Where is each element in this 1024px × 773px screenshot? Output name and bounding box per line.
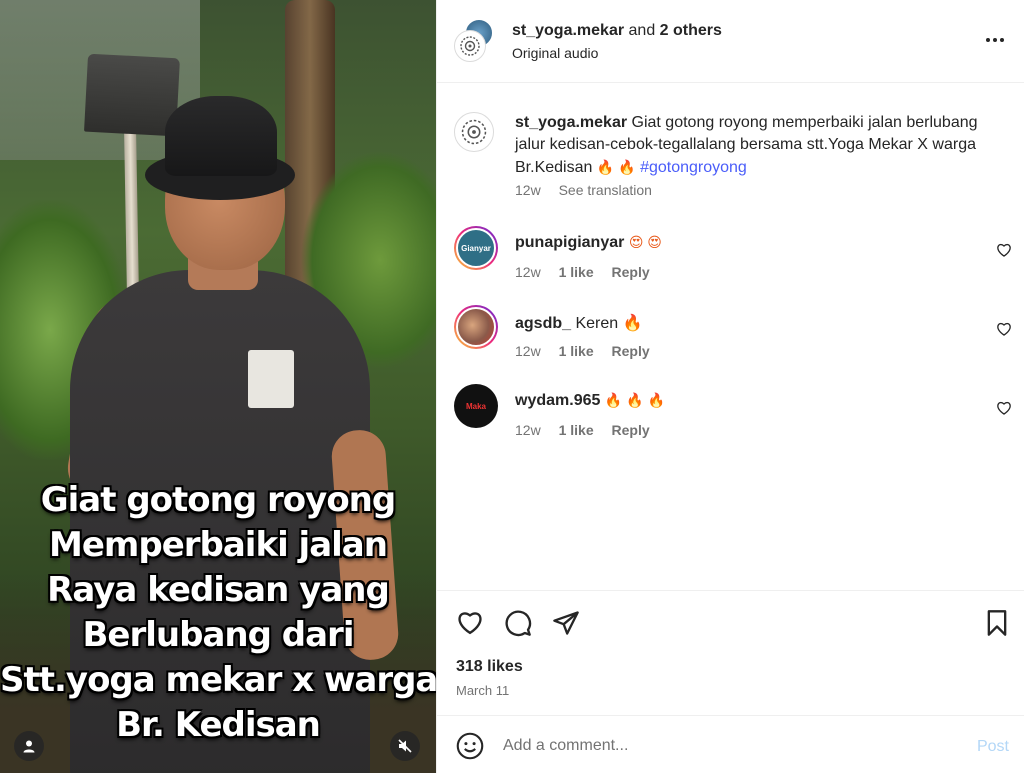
mandala-logo-icon [460, 36, 480, 56]
avatar [454, 30, 486, 62]
comment-time[interactable]: 12w [515, 264, 541, 280]
overlay-line: Berlubang dari [82, 615, 355, 655]
post-date[interactable]: March 11 [456, 683, 509, 698]
comment-time[interactable]: 12w [515, 343, 541, 359]
comment-input[interactable] [503, 731, 943, 761]
add-comment-bar: Post [437, 715, 1024, 773]
avatar-image [456, 307, 496, 347]
comment-time[interactable]: 12w [515, 422, 541, 438]
heart-icon[interactable] [996, 242, 1012, 258]
see-translation-button[interactable]: See translation [559, 182, 652, 198]
overlay-line: Stt.yoga mekar x warga [0, 660, 436, 700]
and-text: and [628, 22, 656, 39]
avatar-image: Gianyar [456, 228, 496, 268]
post-button[interactable]: Post [977, 738, 1009, 756]
reel-video[interactable]: Giat gotong royong Memperbaiki jalan Ray… [0, 0, 436, 773]
comment-username[interactable]: punapigianyar [515, 234, 624, 251]
comment-meta: 12w 1 like Reply [515, 264, 664, 280]
bookmark-icon[interactable] [983, 609, 1011, 637]
caption-username[interactable]: st_yoga.mekar [515, 114, 627, 131]
comment-item: Gianyar punapigianyar 😍 😍 12w 1 like Rep… [454, 226, 1014, 296]
comment-likes[interactable]: 1 like [559, 343, 594, 359]
avatar[interactable] [454, 305, 498, 349]
likes-count[interactable]: 318 likes [456, 658, 523, 676]
mandala-logo-icon [461, 119, 487, 145]
post-side-panel: st_yoga.mekar and 2 others Original audi… [436, 0, 1024, 773]
heart-icon[interactable] [996, 400, 1012, 416]
comment-line: agsdb_ Keren 🔥 [515, 313, 643, 333]
bucket-hat-crown [165, 96, 277, 176]
overlay-line: Raya kedisan yang [47, 570, 390, 610]
heart-icon[interactable] [456, 609, 484, 637]
avatar[interactable]: Gianyar [454, 226, 498, 270]
emoji-smiley-icon[interactable] [456, 732, 484, 760]
comment-username[interactable]: wydam.965 [515, 392, 600, 409]
avatar[interactable]: Maka [454, 384, 498, 428]
reply-button[interactable]: Reply [612, 343, 650, 359]
reply-button[interactable]: Reply [612, 422, 650, 438]
post-header: st_yoga.mekar and 2 others Original audi… [437, 0, 1024, 83]
tagged-users-button[interactable] [14, 731, 44, 761]
others-link[interactable]: 2 others [660, 22, 722, 39]
hashtag-link[interactable]: #gotongroyong [640, 159, 747, 176]
more-options-button[interactable] [983, 30, 1007, 50]
comment-line: punapigianyar 😍 😍 [515, 234, 662, 252]
more-options-icon [986, 38, 990, 42]
comment-text: Keren 🔥 [575, 315, 643, 332]
shirt-pocket-logo [248, 350, 294, 408]
caption-meta: 12w See translation [515, 182, 666, 198]
heart-icon[interactable] [996, 321, 1012, 337]
overlay-line: Giat gotong royong [40, 480, 396, 520]
comment-bubble-icon[interactable] [504, 609, 532, 637]
paper-plane-icon[interactable] [552, 609, 580, 637]
comment-username[interactable]: agsdb_ [515, 315, 571, 332]
caption-time[interactable]: 12w [515, 182, 541, 198]
overlay-line: Br. Kedisan [116, 705, 321, 745]
video-caption-overlay: Giat gotong royong Memperbaiki jalan Ray… [0, 478, 436, 748]
avatar-image: Maka [454, 384, 498, 428]
overlay-line: Memperbaiki jalan [49, 525, 388, 565]
reply-button[interactable]: Reply [612, 264, 650, 280]
avatar[interactable] [454, 112, 494, 152]
comment-item: agsdb_ Keren 🔥 12w 1 like Reply [454, 305, 1014, 375]
more-options-icon [993, 38, 997, 42]
comment-meta: 12w 1 like Reply [515, 343, 664, 359]
comment-text: 😍 😍 [628, 234, 662, 250]
comments-section[interactable]: st_yoga.mekar Giat gotong royong memperb… [437, 84, 1024, 590]
comment-line: wydam.965 🔥 🔥 🔥 [515, 392, 665, 410]
comment-text: 🔥 🔥 🔥 [604, 392, 665, 408]
author-username[interactable]: st_yoga.mekar [512, 22, 624, 39]
caption-text: st_yoga.mekar Giat gotong royong memperb… [515, 112, 1005, 179]
more-options-icon [1000, 38, 1004, 42]
comment-item: Maka wydam.965 🔥 🔥 🔥 12w 1 like Reply [454, 384, 1014, 454]
muted-speaker-icon [398, 739, 412, 753]
comment-likes[interactable]: 1 like [559, 264, 594, 280]
collab-avatars[interactable] [454, 18, 496, 62]
mute-toggle-button[interactable] [390, 731, 420, 761]
comment-meta: 12w 1 like Reply [515, 422, 664, 438]
caption-emoji: 🔥 🔥 [596, 159, 636, 175]
audio-label[interactable]: Original audio [512, 45, 598, 61]
post-authors: st_yoga.mekar and 2 others [512, 22, 722, 40]
comment-likes[interactable]: 1 like [559, 422, 594, 438]
user-tag-icon [23, 740, 35, 753]
post-actions: 318 likes March 11 [437, 590, 1024, 715]
